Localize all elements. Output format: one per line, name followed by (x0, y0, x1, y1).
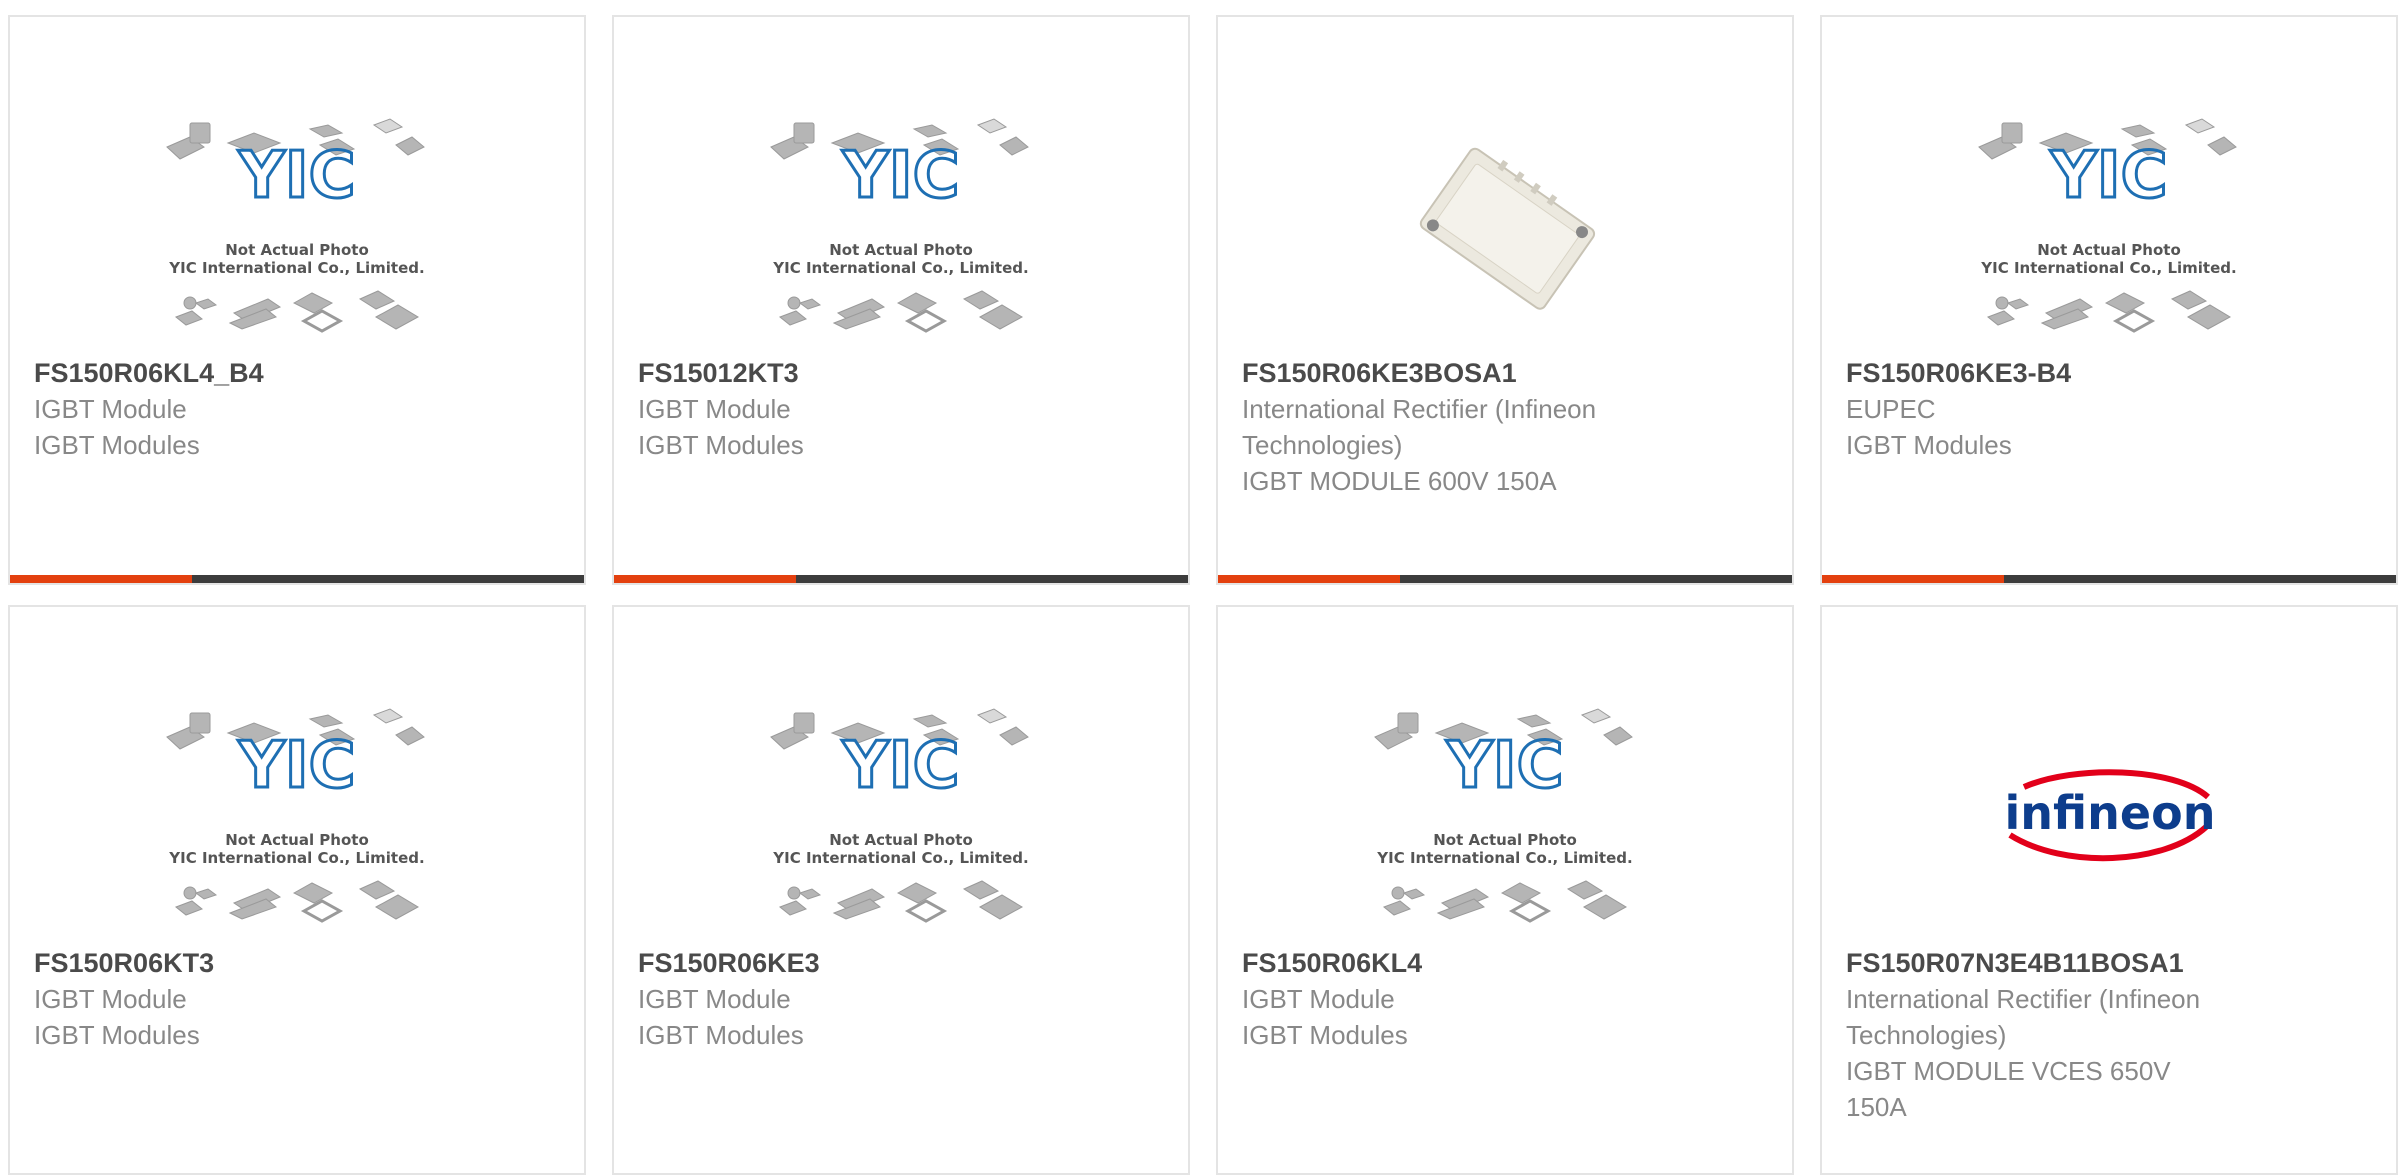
product-line: IGBT Modules (34, 430, 200, 460)
not-actual-photo-graphic: YIC Not Actual Photo YIC International C… (1374, 708, 1633, 923)
not-actual-photo-graphic: YIC Not Actual Photo YIC International C… (770, 118, 1029, 333)
product-card[interactable]: YIC Not Actual Photo YIC International C… (1820, 15, 2398, 585)
svg-text:YIC International Co., Limited: YIC International Co., Limited. (168, 259, 424, 277)
product-card[interactable]: infineon FS150R07N3E4B11BOSA1 Internatio… (1820, 605, 2398, 1175)
placeholder-image[interactable]: YIC Not Actual Photo YIC International C… (1822, 87, 2396, 367)
product-card[interactable]: YIC Not Actual Photo YIC International C… (1216, 605, 1794, 1175)
svg-text:Not Actual Photo: Not Actual Photo (829, 241, 973, 259)
product-info: FS150R06KE3-B4 EUPEC IGBT Modules (1846, 355, 2306, 463)
manufacturer-text: Technologies) (1242, 430, 1403, 460)
description-text: 150A (1846, 1092, 1907, 1122)
product-photo[interactable] (1218, 87, 1792, 367)
product-info: FS150R06KL4 IGBT Module IGBT Modules (1242, 945, 1702, 1053)
igbt-module-photo (1405, 127, 1605, 327)
product-grid: YIC Not Actual Photo YIC International C… (8, 15, 2398, 1175)
svg-text:infineon: infineon (2005, 786, 2216, 840)
product-line: IGBT Module (1242, 984, 1395, 1014)
product-info: FS150R06KL4_B4 IGBT Module IGBT Modules (34, 355, 494, 463)
part-number-link[interactable]: FS150R06KL4 (1242, 945, 1702, 981)
product-info: FS150R06KE3BOSA1 International Rectifier… (1242, 355, 1702, 499)
placeholder-image[interactable]: YIC Not Actual Photo YIC International C… (614, 87, 1188, 367)
not-actual-photo-graphic: YIC Not Actual Photo YIC International C… (166, 118, 425, 333)
product-card[interactable]: YIC Not Actual Photo YIC International C… (612, 15, 1190, 585)
manufacturer-text: International Rectifier (Infineon (1846, 984, 2201, 1014)
product-info: FS15012KT3 IGBT Module IGBT Modules (638, 355, 1098, 463)
svg-text:YIC: YIC (1445, 729, 1563, 803)
card-bottom-bar (614, 575, 1188, 583)
placeholder-image[interactable]: YIC Not Actual Photo YIC International C… (10, 677, 584, 957)
placeholder-image[interactable]: YIC Not Actual Photo YIC International C… (10, 87, 584, 367)
product-line: IGBT Modules (34, 1020, 200, 1050)
svg-text:YIC International Co., Limited: YIC International Co., Limited. (1376, 849, 1632, 867)
product-line: IGBT Module (638, 984, 791, 1014)
product-card[interactable]: YIC Not Actual Photo YIC International C… (8, 605, 586, 1175)
product-card[interactable]: YIC Not Actual Photo YIC International C… (612, 605, 1190, 1175)
product-info: FS150R06KE3 IGBT Module IGBT Modules (638, 945, 1098, 1053)
part-number-link[interactable]: FS150R06KL4_B4 (34, 355, 494, 391)
manufacturer-text: EUPEC (1846, 394, 1936, 424)
not-actual-photo-graphic: YIC Not Actual Photo YIC International C… (1978, 118, 2237, 333)
product-line: IGBT Modules (638, 430, 804, 460)
card-accent-bar (1218, 575, 1400, 583)
part-number-link[interactable]: FS150R06KE3 (638, 945, 1098, 981)
product-line: IGBT Module (638, 394, 791, 424)
svg-text:Not Actual Photo: Not Actual Photo (225, 241, 369, 259)
manufacturer-text: Technologies) (1846, 1020, 2007, 1050)
brand-logo-image[interactable]: infineon (1822, 677, 2396, 957)
part-number-link[interactable]: FS150R06KT3 (34, 945, 494, 981)
card-bottom-bar (10, 575, 584, 583)
card-bottom-bar (1822, 575, 2396, 583)
svg-text:Not Actual Photo: Not Actual Photo (829, 831, 973, 849)
card-accent-bar (614, 575, 796, 583)
svg-text:YIC: YIC (841, 729, 959, 803)
description-text: IGBT MODULE VCES 650V (1846, 1056, 2171, 1086)
svg-text:Not Actual Photo: Not Actual Photo (1433, 831, 1577, 849)
svg-text:Not Actual Photo: Not Actual Photo (225, 831, 369, 849)
svg-text:Not Actual Photo: Not Actual Photo (2037, 241, 2181, 259)
svg-text:YIC: YIC (2049, 139, 2167, 213)
product-line: IGBT Module (34, 394, 187, 424)
product-info: FS150R07N3E4B11BOSA1 International Recti… (1846, 945, 2306, 1125)
svg-text:YIC International Co., Limited: YIC International Co., Limited. (772, 259, 1028, 277)
product-card[interactable]: FS150R06KE3BOSA1 International Rectifier… (1216, 15, 1794, 585)
svg-text:YIC International Co., Limited: YIC International Co., Limited. (168, 849, 424, 867)
placeholder-image[interactable]: YIC Not Actual Photo YIC International C… (1218, 677, 1792, 957)
svg-text:YIC: YIC (237, 729, 355, 803)
product-line: IGBT Modules (1242, 1020, 1408, 1050)
part-number-link[interactable]: FS15012KT3 (638, 355, 1098, 391)
part-number-link[interactable]: FS150R06KE3-B4 (1846, 355, 2306, 391)
product-line: IGBT Modules (638, 1020, 804, 1050)
part-number-link[interactable]: FS150R06KE3BOSA1 (1242, 355, 1702, 391)
svg-text:YIC International Co., Limited: YIC International Co., Limited. (1980, 259, 2236, 277)
svg-text:YIC International Co., Limited: YIC International Co., Limited. (772, 849, 1028, 867)
card-bottom-bar (1218, 575, 1792, 583)
svg-text:YIC: YIC (841, 139, 959, 213)
description-text: IGBT MODULE 600V 150A (1242, 466, 1557, 496)
product-info: FS150R06KT3 IGBT Module IGBT Modules (34, 945, 494, 1053)
manufacturer-text: International Rectifier (Infineon (1242, 394, 1597, 424)
placeholder-image[interactable]: YIC Not Actual Photo YIC International C… (614, 677, 1188, 957)
card-accent-bar (10, 575, 192, 583)
not-actual-photo-graphic: YIC Not Actual Photo YIC International C… (770, 708, 1029, 923)
part-number-link[interactable]: FS150R07N3E4B11BOSA1 (1846, 945, 2306, 981)
product-line: IGBT Modules (1846, 430, 2012, 460)
infineon-logo: infineon (2005, 769, 2216, 862)
not-actual-photo-graphic: YIC Not Actual Photo YIC International C… (166, 708, 425, 923)
product-line: IGBT Module (34, 984, 187, 1014)
card-accent-bar (1822, 575, 2004, 583)
svg-text:YIC: YIC (237, 139, 355, 213)
product-card[interactable]: YIC Not Actual Photo YIC International C… (8, 15, 586, 585)
